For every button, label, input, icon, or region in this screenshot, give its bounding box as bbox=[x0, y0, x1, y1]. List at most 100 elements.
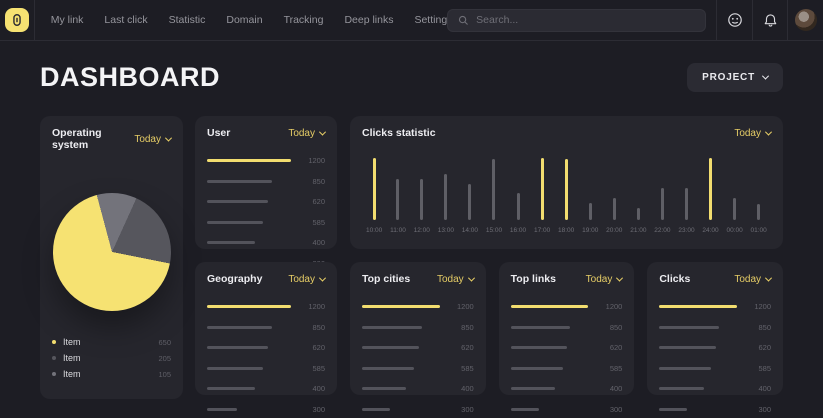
bar-row: 850 bbox=[207, 323, 325, 332]
bar-value: 850 bbox=[448, 323, 474, 332]
legend-label: Item bbox=[63, 353, 151, 363]
bar-track bbox=[207, 346, 291, 349]
bar-fill bbox=[511, 408, 539, 411]
card-geography: Geography Today 1200850620585400300 bbox=[195, 262, 337, 395]
bell-icon bbox=[763, 13, 778, 28]
search-icon bbox=[458, 15, 469, 26]
page-header: DASHBOARD PROJECT bbox=[40, 62, 783, 93]
vbar-column: 19:00 bbox=[582, 156, 598, 234]
card-title: User bbox=[207, 127, 230, 139]
nav-item-my-link[interactable]: My link bbox=[51, 14, 84, 26]
bar-fill bbox=[207, 387, 255, 390]
chart-bar bbox=[589, 203, 592, 220]
nav-item-tracking[interactable]: Tracking bbox=[284, 14, 324, 26]
bar-track bbox=[207, 180, 291, 183]
card-operating-system: Operating system Today Item650Item205Ite… bbox=[40, 116, 183, 399]
axis-label: 13:00 bbox=[438, 227, 454, 234]
filter-dropdown[interactable]: Today bbox=[288, 274, 325, 285]
filter-label: Today bbox=[734, 128, 761, 139]
nav-menu: My link Last click Statistic Domain Tracking… bbox=[51, 14, 447, 26]
bar-track bbox=[362, 408, 440, 411]
emoji-face-button[interactable] bbox=[716, 0, 752, 41]
bar-fill bbox=[511, 387, 555, 390]
bar-fill bbox=[362, 387, 406, 390]
chevron-down-icon bbox=[765, 128, 772, 135]
bar-value: 620 bbox=[448, 343, 474, 352]
card-top-links: Top links Today 1200850620585400300 bbox=[499, 262, 635, 395]
nav-item-statistic[interactable]: Statistic bbox=[169, 14, 206, 26]
bar-track bbox=[207, 159, 291, 162]
project-dropdown-button[interactable]: PROJECT bbox=[687, 63, 783, 92]
vbar-column: 21:00 bbox=[630, 156, 646, 234]
search-input[interactable] bbox=[476, 14, 695, 26]
bar-value: 850 bbox=[745, 323, 771, 332]
emoji-face-icon bbox=[727, 12, 743, 28]
bar-fill bbox=[207, 200, 268, 203]
bar-fill bbox=[207, 367, 263, 370]
user-avatar-cell[interactable] bbox=[787, 0, 823, 41]
chevron-down-icon bbox=[468, 274, 475, 281]
bar-row: 850 bbox=[659, 323, 771, 332]
bar-value: 300 bbox=[299, 405, 325, 414]
search-box[interactable] bbox=[447, 9, 706, 32]
vbar-column: 14:00 bbox=[462, 156, 478, 234]
bar-track bbox=[511, 305, 589, 308]
bar-fill bbox=[207, 221, 263, 224]
filter-dropdown[interactable]: Today bbox=[734, 274, 771, 285]
app-logo[interactable] bbox=[0, 0, 35, 41]
nav-item-deep-links[interactable]: Deep links bbox=[344, 14, 393, 26]
filter-dropdown[interactable]: Today bbox=[734, 128, 771, 139]
filter-dropdown[interactable]: Today bbox=[437, 274, 474, 285]
axis-label: 18:00 bbox=[558, 227, 574, 234]
vbar-column: 15:00 bbox=[486, 156, 502, 234]
bar-value: 585 bbox=[596, 364, 622, 373]
legend-value: 205 bbox=[158, 354, 171, 363]
chart-bar bbox=[613, 198, 616, 220]
bar-fill bbox=[511, 326, 571, 329]
nav-item-last-click[interactable]: Last click bbox=[104, 14, 147, 26]
bar-fill bbox=[659, 326, 719, 329]
bar-value: 1200 bbox=[299, 156, 325, 165]
bar-row: 400 bbox=[207, 238, 325, 247]
bar-fill bbox=[362, 346, 419, 349]
page-title: DASHBOARD bbox=[40, 62, 220, 93]
legend-label: Item bbox=[63, 369, 151, 379]
chart-bar bbox=[709, 158, 712, 220]
bar-value: 1200 bbox=[596, 302, 622, 311]
bar-value: 300 bbox=[448, 405, 474, 414]
bar-row: 850 bbox=[362, 323, 474, 332]
bar-track bbox=[362, 387, 440, 390]
bar-track bbox=[511, 387, 589, 390]
vbar-column: 20:00 bbox=[606, 156, 622, 234]
bar-track bbox=[511, 408, 589, 411]
bar-row: 400 bbox=[362, 384, 474, 393]
filter-dropdown[interactable]: Today bbox=[288, 128, 325, 139]
bar-value: 400 bbox=[745, 384, 771, 393]
vbar-column: 17:00 bbox=[534, 156, 550, 234]
legend-label: Item bbox=[63, 337, 151, 347]
filter-dropdown[interactable]: Today bbox=[134, 134, 171, 145]
bar-value: 585 bbox=[299, 218, 325, 227]
notifications-button[interactable] bbox=[752, 0, 788, 41]
chevron-down-icon bbox=[765, 274, 772, 281]
bar-row: 400 bbox=[511, 384, 623, 393]
bar-value: 585 bbox=[745, 364, 771, 373]
card-title: Geography bbox=[207, 273, 262, 285]
bar-row: 585 bbox=[659, 364, 771, 373]
bar-fill bbox=[659, 387, 703, 390]
nav-item-domain[interactable]: Domain bbox=[226, 14, 262, 26]
chart-bar bbox=[637, 208, 640, 220]
legend-dot bbox=[52, 340, 56, 344]
chart-bar bbox=[685, 188, 688, 220]
user-avatar[interactable] bbox=[795, 9, 817, 31]
card-title: Operating system bbox=[52, 127, 134, 151]
chevron-down-icon bbox=[319, 128, 326, 135]
link-icon bbox=[10, 13, 24, 27]
bar-track bbox=[659, 408, 737, 411]
bar-value: 850 bbox=[596, 323, 622, 332]
bar-track bbox=[659, 326, 737, 329]
bar-fill bbox=[511, 367, 563, 370]
bar-value: 850 bbox=[299, 323, 325, 332]
nav-item-setting[interactable]: Setting bbox=[414, 14, 447, 26]
filter-dropdown[interactable]: Today bbox=[586, 274, 623, 285]
